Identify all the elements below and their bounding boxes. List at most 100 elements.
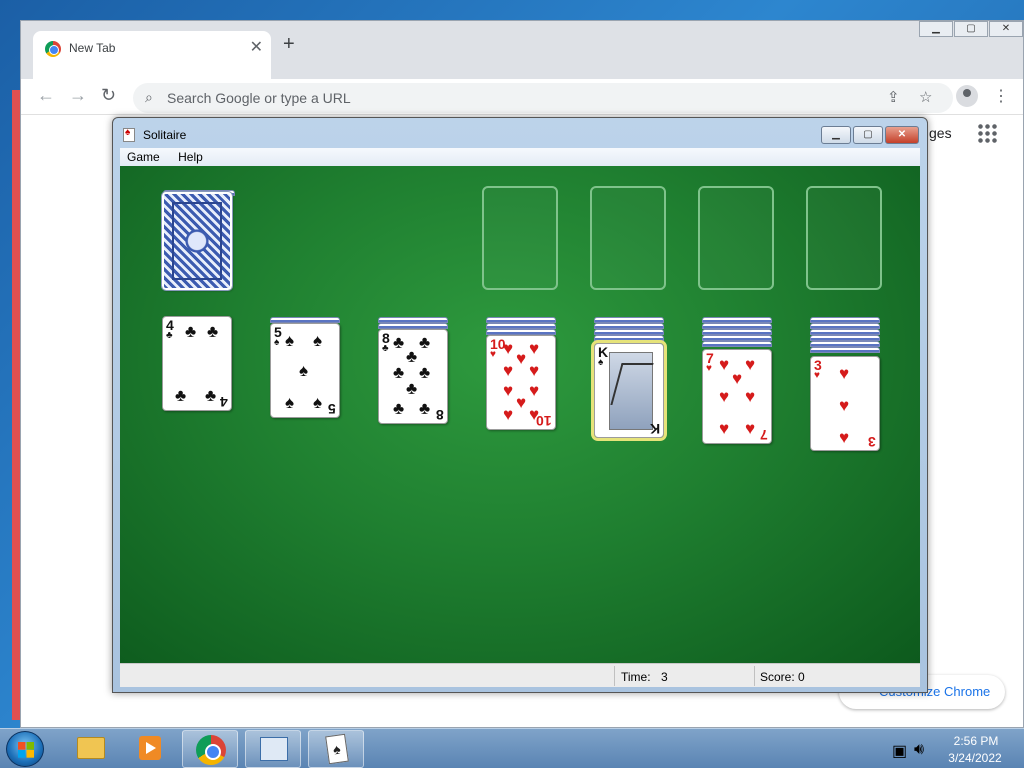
- chrome-icon: [196, 735, 226, 765]
- clock-date[interactable]: 3/24/2022: [942, 751, 1008, 765]
- card-rank-bottom: 7: [760, 427, 768, 443]
- king-face-art: [609, 352, 653, 430]
- card-king-spades[interactable]: K ♠ K: [591, 340, 667, 441]
- taskbar-chrome-button[interactable]: [182, 730, 238, 768]
- club-pip-icon: ♣: [419, 399, 431, 418]
- tab-close-icon[interactable]: ✕: [250, 37, 263, 57]
- solitaire-app-icon: [123, 127, 135, 142]
- heart-pip-icon: ♥: [719, 355, 730, 374]
- start-button[interactable]: [6, 731, 44, 767]
- card-rank-bottom: K: [649, 421, 660, 437]
- solitaire-icon: [325, 733, 349, 765]
- club-pip-icon: ♣: [185, 322, 197, 341]
- heart-pip-icon: ♥: [839, 364, 850, 383]
- share-icon[interactable]: ⇪: [887, 88, 900, 106]
- menu-help[interactable]: Help: [171, 148, 210, 166]
- omnibox-placeholder: Search Google or type a URL: [167, 90, 351, 106]
- heart-pip-icon: ♥: [503, 339, 514, 358]
- spade-pip-icon: ♠: [285, 393, 295, 412]
- forward-button[interactable]: →: [69, 85, 87, 106]
- profile-avatar[interactable]: [956, 85, 978, 107]
- solitaire-titlebar[interactable]: Solitaire ▁ ▢ ✕: [113, 118, 927, 148]
- stock-pile[interactable]: [161, 191, 233, 291]
- images-link[interactable]: ges: [929, 125, 952, 141]
- close-icon[interactable]: ✕: [885, 126, 919, 144]
- chrome-tab-new-tab[interactable]: New Tab ✕: [33, 31, 271, 79]
- heart-pip-icon: ♥: [529, 361, 540, 380]
- card-rank-bottom: 10: [536, 413, 552, 429]
- heart-pip-icon: ♥: [839, 396, 850, 415]
- heart-pip-icon: ♥: [503, 381, 514, 400]
- clock-time[interactable]: 2:56 PM: [946, 734, 1006, 748]
- heart-pip-icon: ♥: [745, 419, 756, 438]
- spade-pip-icon: ♠: [313, 393, 323, 412]
- heart-pip-icon: ♥: [529, 339, 540, 358]
- heart-pip-icon: ♥: [719, 387, 730, 406]
- foundation-slot-3[interactable]: [698, 186, 774, 290]
- minimize-icon[interactable]: ▁: [919, 21, 953, 37]
- foundation-slot-4[interactable]: [806, 186, 882, 290]
- status-separator: [614, 666, 615, 686]
- card-4-clubs[interactable]: 4 ♣ ♣ ♣ ♣ ♣ 4: [162, 316, 232, 411]
- card-3-hearts[interactable]: 3 ♥ ♥ ♥ ♥ 3: [810, 356, 880, 451]
- club-pip-icon: ♣: [205, 386, 217, 405]
- chrome-window-controls: ▁ ▢ ✕: [918, 21, 1023, 37]
- card-suit-icon: ♠: [274, 337, 280, 348]
- taskbar: ▣ 🔊︎ 2:56 PM 3/24/2022: [0, 728, 1024, 768]
- bookmark-star-icon[interactable]: ☆: [919, 88, 932, 106]
- maximize-icon[interactable]: ▢: [954, 21, 988, 37]
- back-button[interactable]: ←: [37, 85, 55, 106]
- club-pip-icon: ♣: [207, 322, 219, 341]
- heart-pip-icon: ♥: [732, 369, 743, 388]
- score-value: Score: 0: [760, 670, 805, 684]
- card-suit-icon: ♥: [706, 363, 712, 374]
- taskbar-explorer-button[interactable]: [62, 730, 118, 768]
- club-pip-icon: ♣: [393, 399, 405, 418]
- chrome-tabstrip: New Tab ✕ + ▁ ▢ ✕: [21, 21, 1023, 79]
- club-pip-icon: ♣: [393, 333, 405, 352]
- background-window-edge: [12, 90, 20, 720]
- card-5-spades[interactable]: 5 ♠ ♠ ♠ ♠ ♠ ♠ 5: [270, 323, 340, 418]
- omnibox[interactable]: ⌕ Search Google or type a URL ⇪ ☆: [133, 83, 953, 113]
- card-rank-bottom: 3: [868, 434, 876, 450]
- heart-pip-icon: ♥: [745, 355, 756, 374]
- club-pip-icon: ♣: [406, 347, 418, 366]
- time-value: 3: [661, 670, 668, 684]
- reload-button[interactable]: ↻: [101, 85, 116, 106]
- taskbar-solitaire-button[interactable]: [308, 730, 364, 768]
- card-10-hearts[interactable]: 10 ♥ ♥ ♥ ♥ ♥ ♥ ♥ ♥ ♥ ♥ ♥ 10: [486, 335, 556, 430]
- facedown-card-edge: [702, 341, 772, 347]
- window-title: Solitaire: [143, 128, 187, 142]
- foundation-slot-1[interactable]: [482, 186, 558, 290]
- explorer-icon: [77, 737, 105, 759]
- card-suit-icon: ♥: [814, 370, 820, 381]
- taskbar-control-panel-button[interactable]: [245, 730, 301, 768]
- taskbar-media-player-button[interactable]: [122, 730, 178, 768]
- club-pip-icon: ♣: [419, 363, 431, 382]
- close-icon[interactable]: ✕: [989, 21, 1023, 37]
- card-rank-bottom: 8: [436, 407, 444, 423]
- mouse-cursor-icon: [602, 368, 616, 383]
- status-bar: Time: 3 Score: 0: [120, 663, 920, 687]
- menubar: Game Help: [120, 148, 920, 166]
- chrome-favicon-icon: [45, 41, 61, 57]
- minimize-icon[interactable]: ▁: [821, 126, 851, 144]
- apps-grid-icon[interactable]: [977, 123, 997, 143]
- kebab-menu-icon[interactable]: ⋮: [993, 86, 1009, 106]
- foundation-slot-2[interactable]: [590, 186, 666, 290]
- chrome-toolbar: ← → ↻ ⌕ Search Google or type a URL ⇪ ☆ …: [21, 79, 1023, 115]
- club-pip-icon: ♣: [406, 379, 418, 398]
- tab-title: New Tab: [69, 41, 116, 55]
- spade-pip-icon: ♠: [299, 361, 309, 380]
- menu-game[interactable]: Game: [120, 148, 167, 166]
- card-suit-icon: ♣: [166, 330, 173, 341]
- new-tab-button[interactable]: +: [283, 33, 295, 56]
- card-rank-bottom: 5: [328, 401, 336, 417]
- heart-pip-icon: ♥: [529, 381, 540, 400]
- card-7-hearts[interactable]: 7 ♥ ♥ ♥ ♥ ♥ ♥ ♥ ♥ 7: [702, 349, 772, 444]
- club-pip-icon: ♣: [175, 386, 187, 405]
- card-suit-icon: ♠: [598, 357, 604, 368]
- card-8-clubs[interactable]: 8 ♣ ♣ ♣ ♣ ♣ ♣ ♣ ♣ ♣ 8: [378, 329, 448, 424]
- maximize-icon[interactable]: ▢: [853, 126, 883, 144]
- heart-pip-icon: ♥: [516, 349, 527, 368]
